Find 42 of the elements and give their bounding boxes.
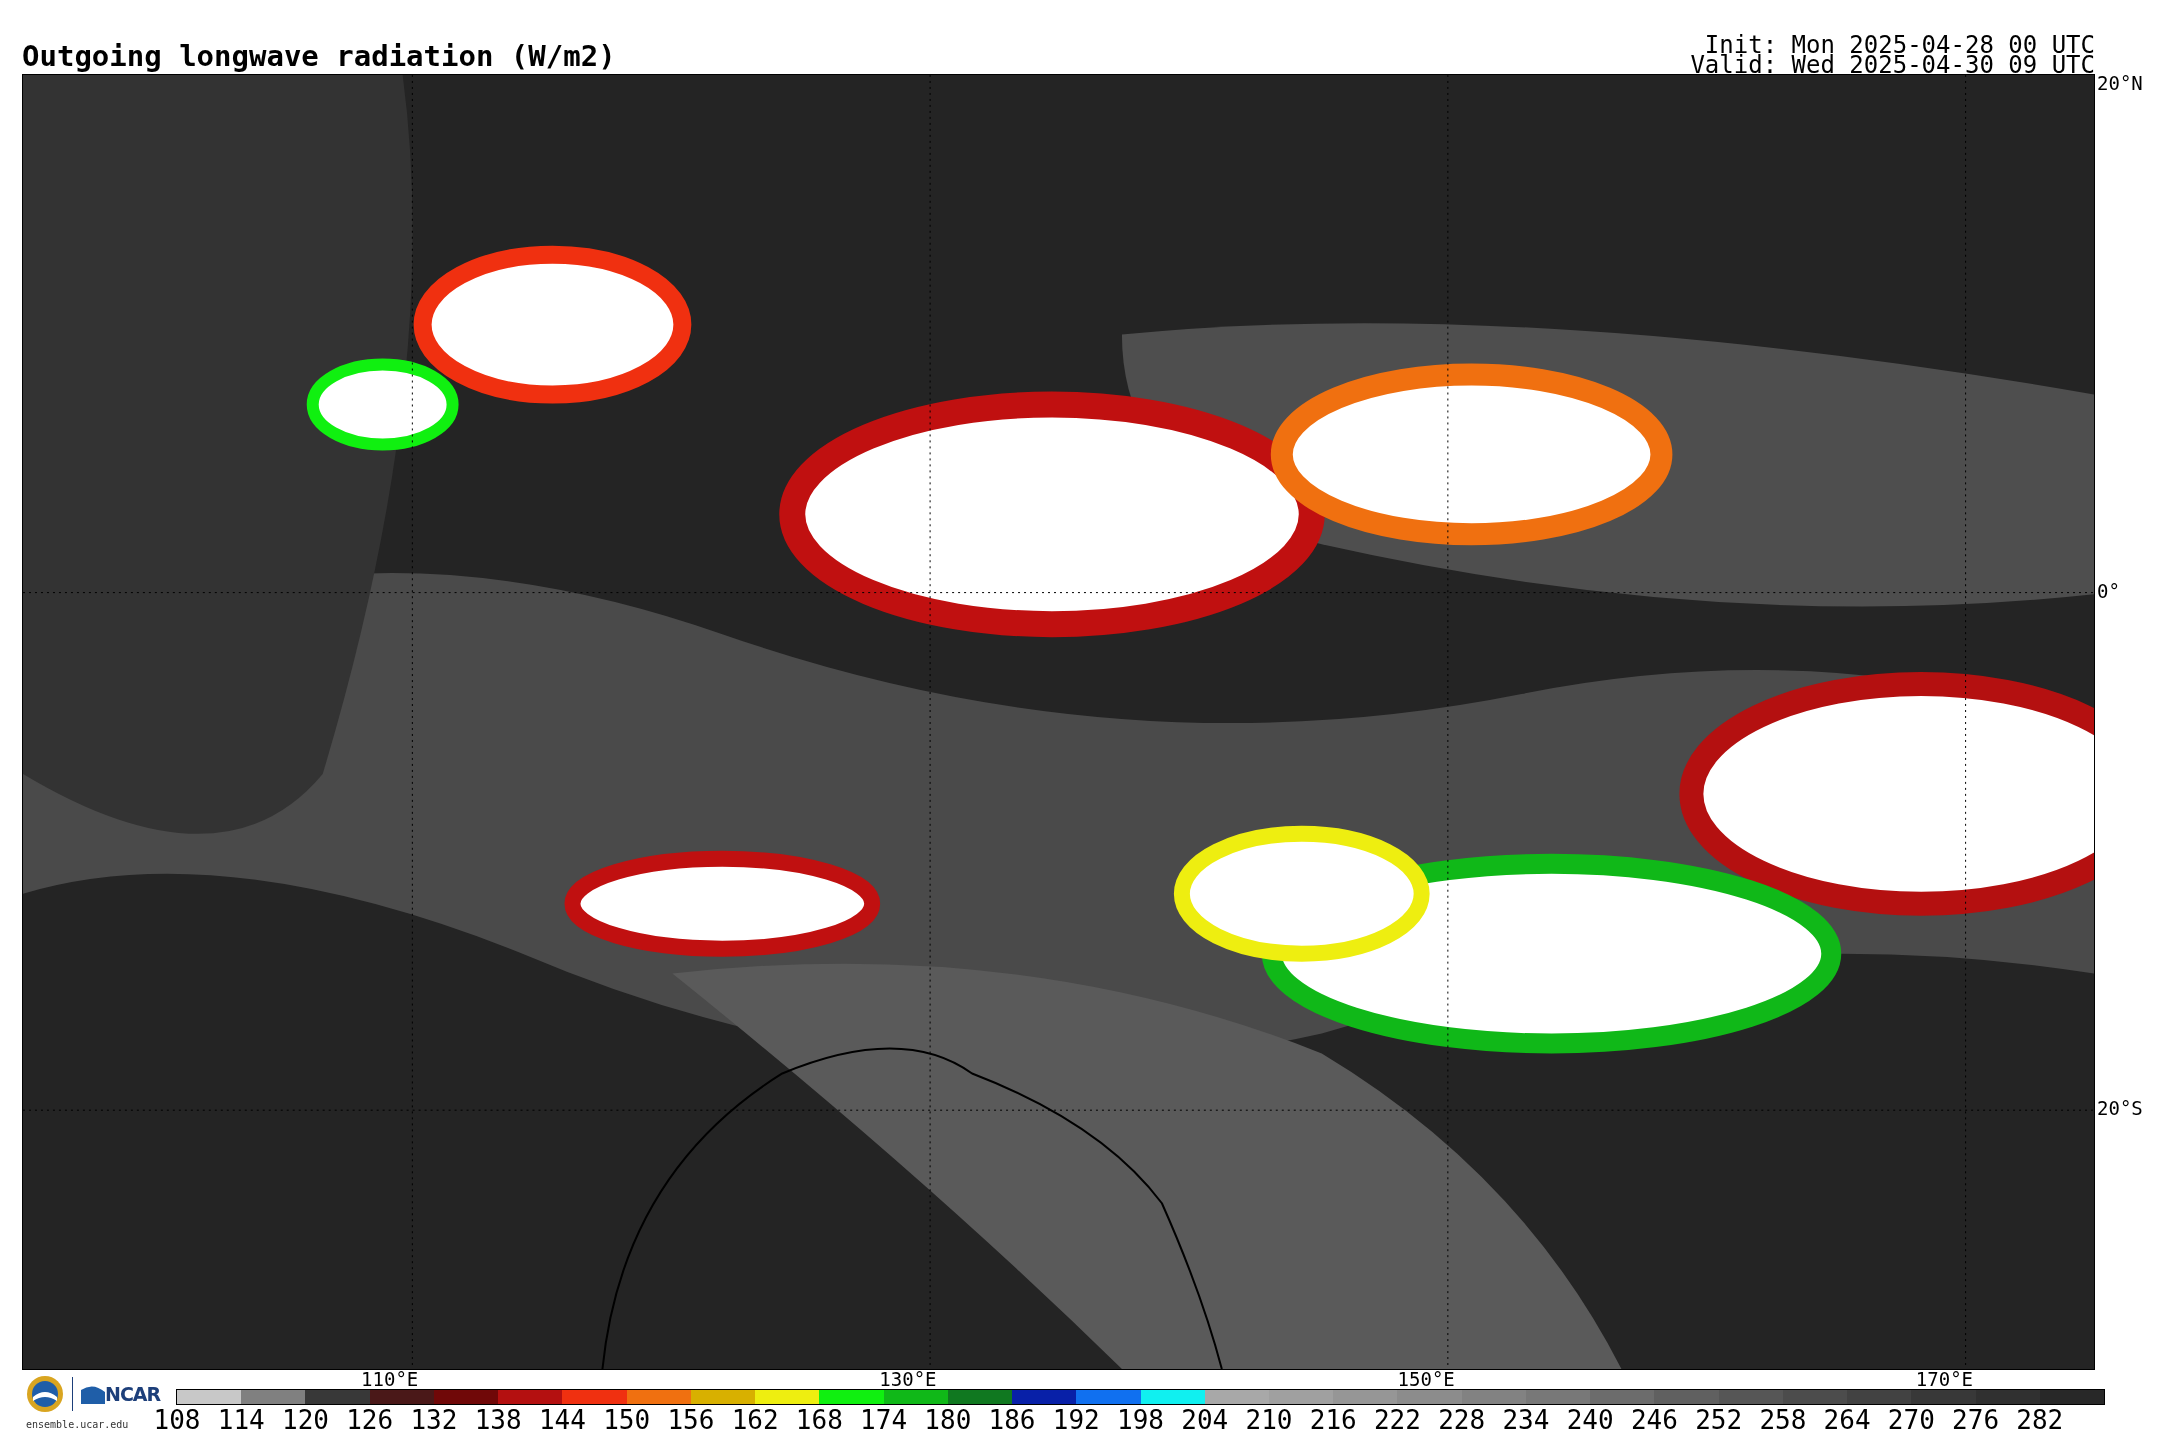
scale-label: 186 bbox=[988, 1406, 1036, 1433]
longitude-label: 150°E bbox=[1397, 1370, 1455, 1389]
scale-label: 228 bbox=[1438, 1406, 1486, 1433]
longitude-label: 130°E bbox=[879, 1370, 937, 1389]
longitude-label: 170°E bbox=[1915, 1370, 1974, 1389]
scale-label: 204 bbox=[1181, 1406, 1229, 1433]
scale-label: 192 bbox=[1052, 1406, 1100, 1433]
org-logo-text: NCAR bbox=[105, 1381, 161, 1407]
scale-label: 120 bbox=[282, 1406, 329, 1433]
scale-label: 246 bbox=[1630, 1406, 1678, 1433]
scale-label: 252 bbox=[1695, 1406, 1743, 1433]
scale-label: 126 bbox=[346, 1406, 394, 1433]
valid-time: Valid: Wed 2025-04-30 09 UTC bbox=[1690, 54, 2095, 76]
scale-label: 132 bbox=[410, 1406, 458, 1433]
scale-label: 150 bbox=[603, 1406, 651, 1433]
scale-label: 270 bbox=[1887, 1406, 1935, 1433]
scale-label: 162 bbox=[731, 1406, 779, 1433]
scale-label: 198 bbox=[1117, 1406, 1164, 1433]
scale-label: 222 bbox=[1373, 1406, 1421, 1433]
scale-label: 168 bbox=[795, 1406, 843, 1433]
scale-label: 216 bbox=[1309, 1406, 1357, 1433]
latitude-label: 20°S bbox=[2097, 1098, 2143, 1118]
scale-label: 156 bbox=[667, 1406, 715, 1433]
scale-label: 174 bbox=[860, 1406, 908, 1433]
seal-logo-icon bbox=[26, 1375, 64, 1413]
scale-label: 240 bbox=[1566, 1406, 1614, 1433]
scale-label: 264 bbox=[1823, 1406, 1871, 1433]
scale-label: 108 bbox=[153, 1406, 201, 1433]
scale-label: 138 bbox=[474, 1406, 522, 1433]
scale-label: 114 bbox=[217, 1406, 265, 1433]
chart-title: Outgoing longwave radiation (W/m2) bbox=[22, 42, 616, 71]
scale-label: 282 bbox=[2016, 1406, 2064, 1433]
scale-label: 180 bbox=[924, 1406, 972, 1433]
scale-label: 258 bbox=[1759, 1406, 1807, 1433]
longitude-label: 110°E bbox=[361, 1370, 419, 1389]
ncar-logo-icon bbox=[81, 1384, 105, 1404]
latitude-label: 0° bbox=[2097, 581, 2120, 601]
scale-label: 144 bbox=[538, 1406, 586, 1433]
scale-label: 276 bbox=[1952, 1406, 2000, 1433]
latitude-label: 20°N bbox=[2097, 73, 2143, 93]
scale-label: 234 bbox=[1502, 1406, 1550, 1433]
scale-label: 210 bbox=[1245, 1406, 1293, 1433]
